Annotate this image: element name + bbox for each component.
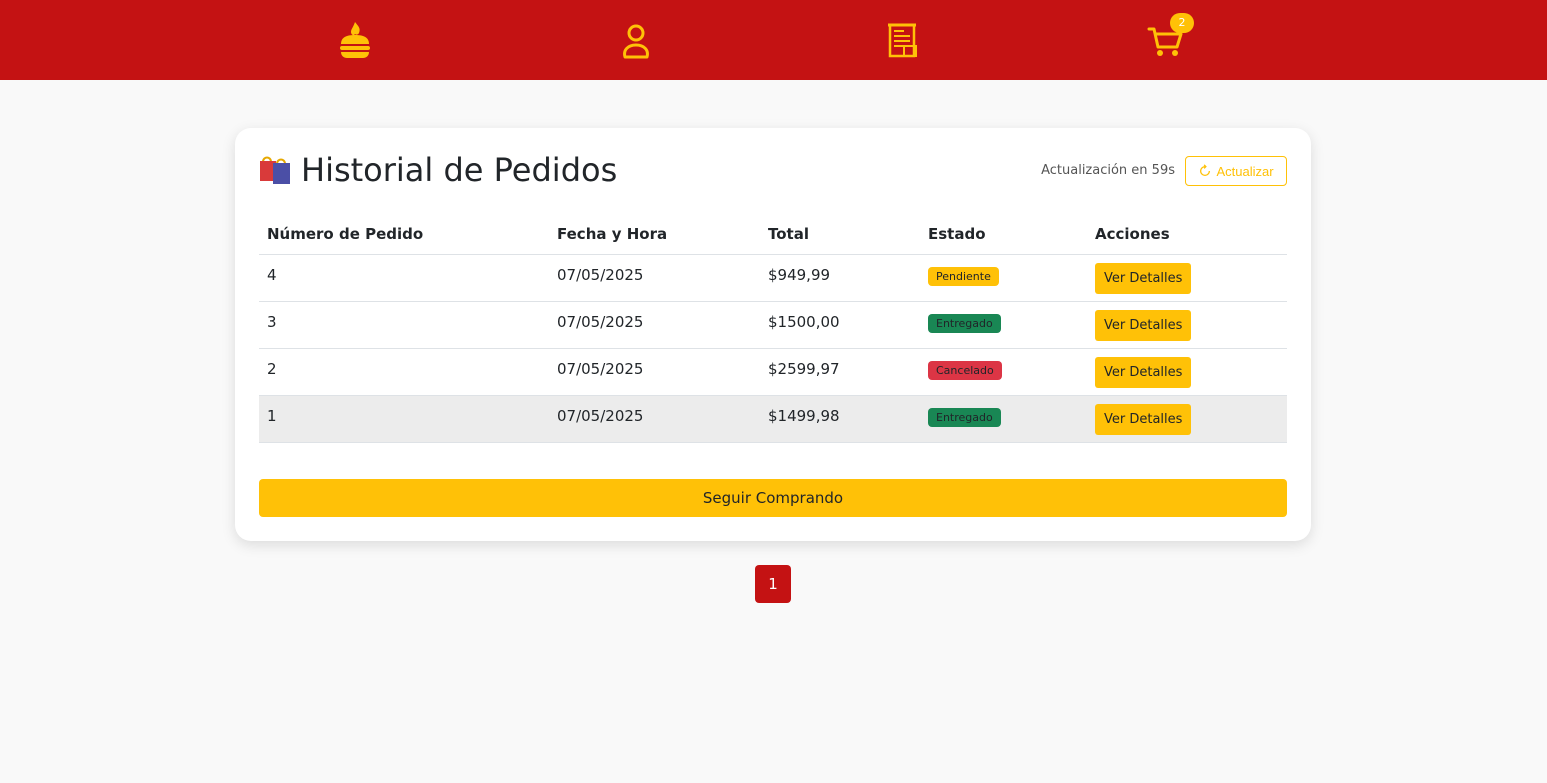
cart-count-badge: 2: [1170, 13, 1194, 33]
table-row: 4 07/05/2025 $949,99 Pendiente Ver Detal…: [259, 254, 1287, 302]
burger-icon: [340, 22, 370, 58]
nav-orders-button[interactable]: [880, 18, 924, 62]
column-header-date: Fecha y Hora: [549, 214, 760, 255]
order-number: 4: [259, 254, 549, 302]
order-date: 07/05/2025: [549, 254, 760, 302]
nav-menu-button[interactable]: [333, 18, 377, 62]
order-total: $1499,98: [760, 395, 920, 443]
status-badge: Cancelado: [928, 361, 1002, 380]
continue-shopping-button[interactable]: Seguir Comprando: [259, 479, 1287, 517]
order-total: $2599,97: [760, 348, 920, 396]
table-row: 3 07/05/2025 $1500,00 Entregado Ver Deta…: [259, 301, 1287, 349]
user-icon: [623, 24, 649, 59]
pagination-page-1[interactable]: 1: [755, 565, 791, 603]
order-date: 07/05/2025: [549, 395, 760, 443]
view-details-button[interactable]: Ver Detalles: [1095, 404, 1192, 435]
receipt-icon: [888, 23, 917, 58]
order-number: 1: [259, 395, 549, 443]
order-total: $1500,00: [760, 301, 920, 349]
order-total: $949,99: [760, 254, 920, 302]
refresh-button[interactable]: Actualizar: [1185, 156, 1287, 186]
nav-profile-button[interactable]: [614, 18, 658, 62]
shopping-bags-icon: [260, 156, 290, 184]
page-title: Historial de Pedidos: [301, 151, 618, 189]
order-number: 3: [259, 301, 549, 349]
order-date: 07/05/2025: [549, 301, 760, 349]
table-row: 1 07/05/2025 $1499,98 Entregado Ver Deta…: [259, 395, 1287, 443]
column-header-actions: Acciones: [1087, 214, 1287, 255]
table-header-row: Número de Pedido Fecha y Hora Total Esta…: [259, 214, 1287, 255]
order-date: 07/05/2025: [549, 348, 760, 396]
orders-table: Número de Pedido Fecha y Hora Total Esta…: [259, 214, 1287, 443]
view-details-button[interactable]: Ver Detalles: [1095, 310, 1192, 341]
view-details-button[interactable]: Ver Detalles: [1095, 357, 1192, 388]
refresh-icon: [1200, 164, 1211, 177]
top-navbar: 2: [0, 0, 1547, 80]
column-header-total: Total: [760, 214, 920, 255]
refresh-countdown: Actualización en 59s: [1041, 163, 1175, 178]
column-header-status: Estado: [920, 214, 1087, 255]
status-badge: Pendiente: [928, 267, 999, 286]
view-details-button[interactable]: Ver Detalles: [1095, 263, 1192, 294]
order-history-card: Historial de Pedidos Actualización en 59…: [235, 128, 1311, 541]
column-header-order-number: Número de Pedido: [259, 214, 549, 255]
order-number: 2: [259, 348, 549, 396]
table-row: 2 07/05/2025 $2599,97 Cancelado Ver Deta…: [259, 348, 1287, 396]
status-badge: Entregado: [928, 314, 1001, 333]
refresh-button-label: Actualizar: [1216, 163, 1274, 179]
status-badge: Entregado: [928, 408, 1001, 427]
